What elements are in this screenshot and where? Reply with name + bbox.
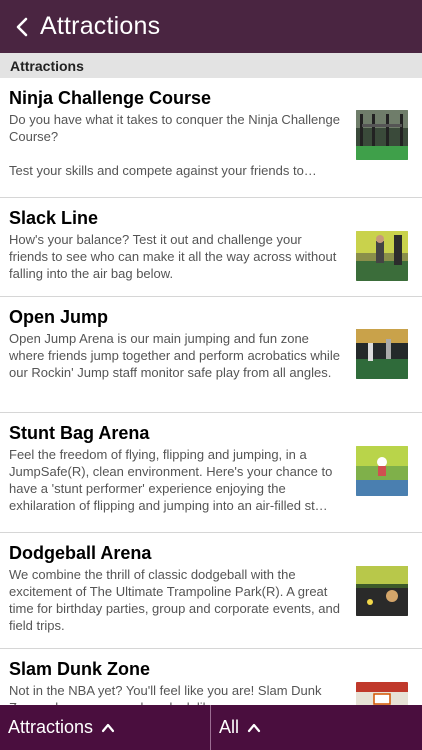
item-thumbnail-image xyxy=(356,566,408,616)
item-title: Slack Line xyxy=(9,208,99,228)
scope-filter-label: All xyxy=(219,717,240,737)
bottom-filter-bar: Attractions All xyxy=(0,705,422,750)
navigation-bar: Attractions xyxy=(0,0,422,53)
list-item-ninja-challenge-course[interactable]: Ninja Challenge Course Do you have what … xyxy=(0,78,422,198)
item-description: Open Jump Arena is our main jumping and … xyxy=(9,331,340,380)
attractions-list: Ninja Challenge Course Do you have what … xyxy=(0,78,422,750)
item-thumbnail-image xyxy=(356,446,408,496)
item-title: Ninja Challenge Course xyxy=(9,88,212,108)
list-item-open-jump[interactable]: Open Jump Open Jump Arena is our main ju… xyxy=(0,297,422,413)
item-description: How's your balance? Test it out and chal… xyxy=(9,232,337,281)
page-title: Attractions xyxy=(40,12,161,40)
category-filter-label: Attractions xyxy=(8,717,94,737)
item-title: Open Jump xyxy=(9,307,109,327)
item-description: Do you have what it takes to conquer the… xyxy=(9,112,340,178)
list-item-dodgeball-arena[interactable]: Dodgeball Arena We combine the thrill of… xyxy=(0,533,422,649)
item-thumbnail-image xyxy=(356,329,408,379)
scope-filter-button[interactable]: All xyxy=(211,705,261,750)
chevron-up-icon xyxy=(247,723,261,732)
section-header: Attractions xyxy=(0,53,422,78)
chevron-left-icon xyxy=(16,17,28,36)
item-title: Stunt Bag Arena xyxy=(9,423,150,443)
item-thumbnail-image xyxy=(356,231,408,281)
item-description: We combine the thrill of classic dodgeba… xyxy=(9,567,340,633)
chevron-up-icon xyxy=(101,723,115,732)
item-title: Slam Dunk Zone xyxy=(9,659,151,679)
list-item-slack-line[interactable]: Slack Line How's your balance? Test it o… xyxy=(0,198,422,297)
item-title: Dodgeball Arena xyxy=(9,543,152,563)
category-filter-button[interactable]: Attractions xyxy=(0,705,211,750)
item-description: Feel the freedom of flying, flipping and… xyxy=(9,447,333,513)
item-thumbnail-image xyxy=(356,110,408,160)
list-item-stunt-bag-arena[interactable]: Stunt Bag Arena Feel the freedom of flyi… xyxy=(0,413,422,533)
back-button[interactable]: Attractions xyxy=(0,0,160,53)
